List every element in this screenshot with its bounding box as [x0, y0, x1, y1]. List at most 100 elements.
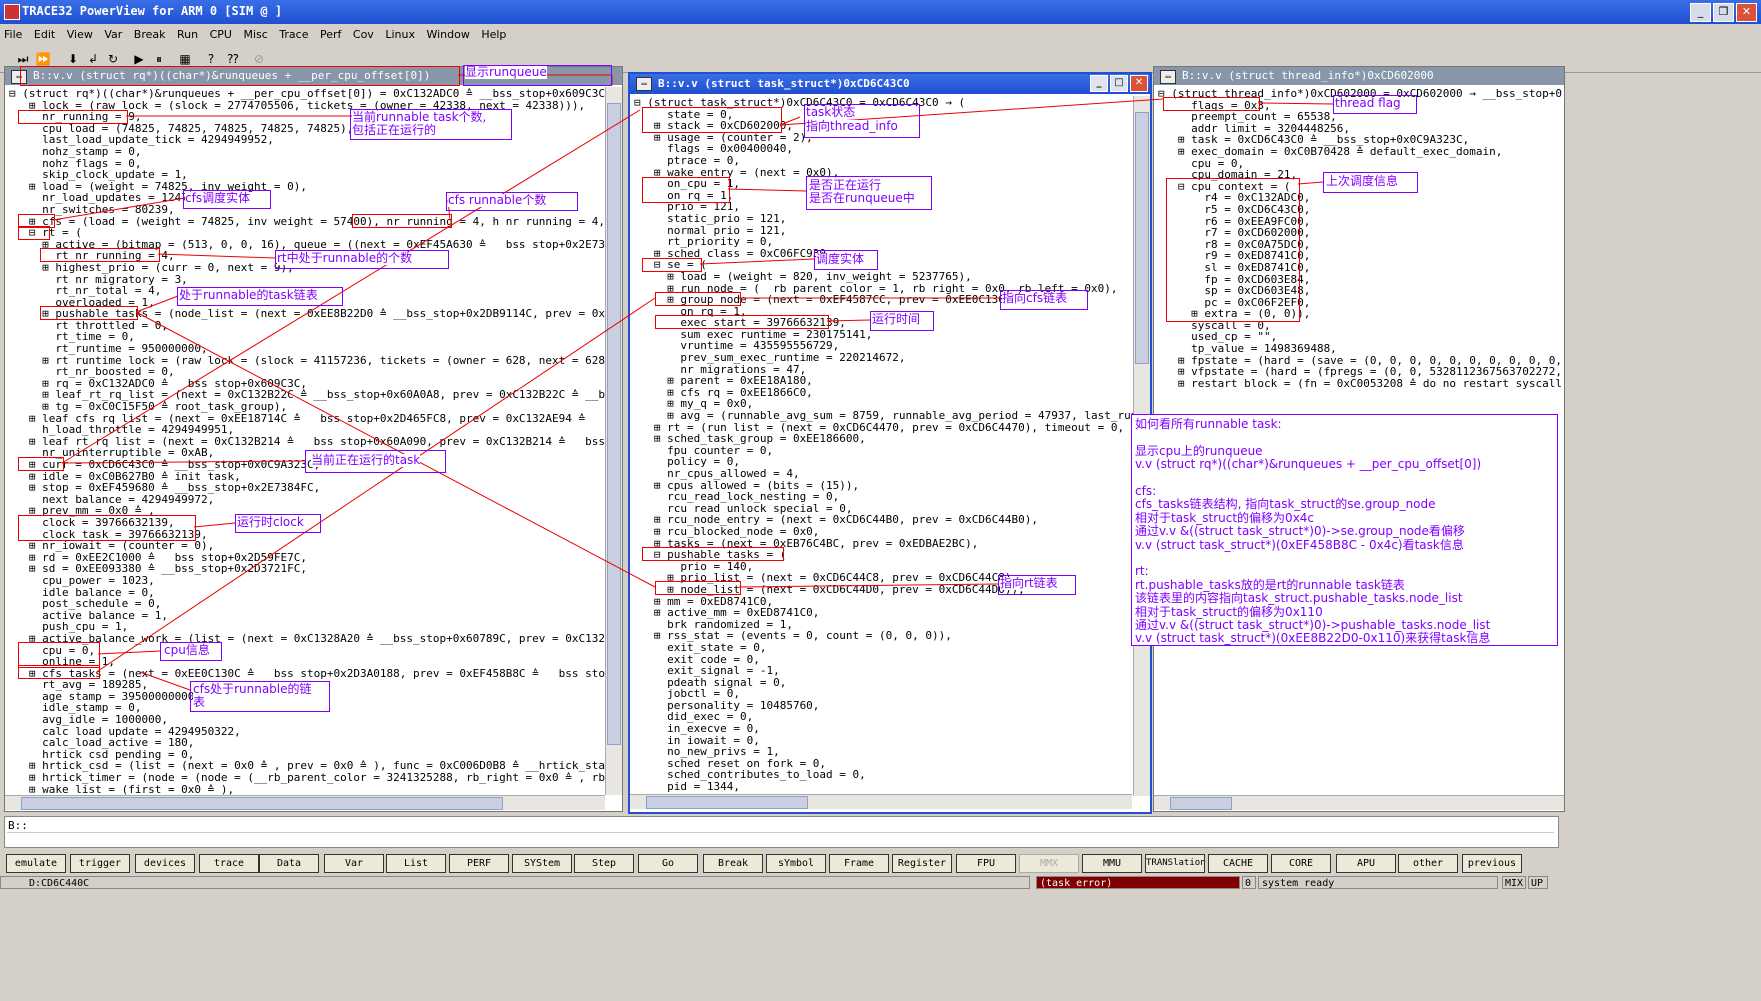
tree-line[interactable]: skip_clock_update = 1, [9, 169, 606, 181]
tree-line[interactable]: nohz_stamp = 0, [9, 146, 606, 158]
tree-line[interactable]: rt_time = 0, [9, 331, 606, 343]
tree-line[interactable]: calc_load_active = 180, [9, 737, 606, 749]
tree-line[interactable]: pdeath_signal = 0, [634, 677, 1134, 689]
softkey-var[interactable]: Var [324, 854, 384, 873]
tree-line[interactable]: push_cpu = 1, [9, 621, 606, 633]
tree-line[interactable]: ⊞ rcu_node_entry = (next = 0xCD6C44B0, p… [634, 514, 1134, 526]
close-icon[interactable]: ✕ [1736, 3, 1757, 22]
tree-line[interactable]: cpu_power = 1023, [9, 575, 606, 587]
tree-line[interactable]: exit_code = 0, [634, 654, 1134, 666]
tree-line[interactable]: ⊞ mm = 0xED8741C0, [634, 596, 1134, 608]
tree-line[interactable]: exit_state = 0, [634, 642, 1134, 654]
tree-line[interactable]: next_balance = 4294949972, [9, 494, 606, 506]
softkey-register[interactable]: Register [892, 854, 952, 873]
minimize-icon[interactable]: _ [1690, 3, 1711, 22]
tree-line[interactable]: ⊞ wake_list = (first = 0x0 ≙ ), [9, 784, 606, 796]
tree-line[interactable]: ⊞ rcu_blocked_node = 0x0, [634, 526, 1134, 538]
tree-line[interactable]: sched_contributes_to_load = 0, [634, 769, 1134, 781]
menu-linux[interactable]: Linux [381, 26, 419, 43]
tree-line[interactable]: vruntime = 435595556729, [634, 340, 1134, 352]
tree-line[interactable]: rt_runtime = 950000000, [9, 343, 606, 355]
tree-line[interactable]: ⊞ cfs = (load = (weight = 74825, inv_wei… [9, 216, 606, 228]
menu-cov[interactable]: Cov [349, 26, 378, 43]
menu-trace[interactable]: Trace [275, 26, 312, 43]
tree-line[interactable]: tp_value = 1498369488, [1158, 343, 1562, 355]
menu-window[interactable]: Window [422, 26, 473, 43]
tree-line[interactable]: ⊟ rt = ( [9, 227, 606, 239]
softkey-fpu[interactable]: FPU [956, 854, 1016, 873]
tree-line[interactable]: h_load_throttle = 4294949951, [9, 424, 606, 436]
tree-line[interactable]: fpu_counter = 0, [634, 445, 1134, 457]
tree-line[interactable]: in_iowait = 0, [634, 735, 1134, 747]
menu-perf[interactable]: Perf [316, 26, 345, 43]
tree-line[interactable]: ⊞ stop = 0xEF459680 ≙ __bss_stop+0x2E738… [9, 482, 606, 494]
tree-line[interactable]: ⊞ nr_iowait = (counter = 0), [9, 540, 606, 552]
panel-icon[interactable]: ▭ [1160, 70, 1176, 84]
horizontal-scrollbar[interactable] [1154, 795, 1564, 810]
softkey-other[interactable]: other [1398, 854, 1458, 873]
softkey-symbol[interactable]: sYmbol [766, 854, 826, 873]
tree-line[interactable]: exit_signal = -1, [634, 665, 1134, 677]
tree-line[interactable]: last_load_update_tick = 4294949952, [9, 134, 606, 146]
tree-line[interactable]: avg_idle = 1000000, [9, 714, 606, 726]
tree-line[interactable]: ⊞ load = (weight = 820, inv_weight = 523… [634, 271, 1134, 283]
tree-line[interactable]: ⊞ exec_domain = 0xC0B70428 ≙ default_exe… [1158, 146, 1562, 158]
tree-line[interactable]: used_cp = "", [1158, 331, 1562, 343]
tree-line[interactable]: ⊞ tg = 0xC0C15F50 ≙ root_task_group), [9, 401, 606, 413]
panel-thread-info-title[interactable]: ▭ B::v.v (struct thread_info*)0xCD602000 [1154, 67, 1564, 85]
trace32-app-icon[interactable] [4, 4, 20, 20]
tree-line[interactable]: ⊞ leaf_rt_rq_list = (next = 0xC132B214 ≙… [9, 436, 606, 448]
softkey-mmu[interactable]: MMU [1082, 854, 1142, 873]
softkey-translation[interactable]: TRANSlation [1145, 854, 1205, 873]
softkey-devices[interactable]: devices [135, 854, 195, 873]
tree-line[interactable]: idle_balance = 0, [9, 587, 606, 599]
tree-line[interactable]: rt_nr_boosted = 0, [9, 366, 606, 378]
menu-edit[interactable]: Edit [30, 26, 59, 43]
tree-line[interactable]: addr_limit = 3204448256, [1158, 123, 1562, 135]
tree-line[interactable]: personality = 10485760, [634, 700, 1134, 712]
tree-line[interactable]: nr_cpus_allowed = 4, [634, 468, 1134, 480]
softkey-apu[interactable]: APU [1336, 854, 1396, 873]
softkey-break[interactable]: Break [703, 854, 763, 873]
softkey-list[interactable]: List [386, 854, 446, 873]
tree-line[interactable]: cpu_load = (74825, 74825, 74825, 74825, … [9, 123, 606, 135]
tree-line[interactable]: ⊞ my_q = 0x0, [634, 398, 1134, 410]
tree-line[interactable]: did_exec = 0, [634, 711, 1134, 723]
tree-line[interactable]: rcu_read_lock_nesting = 0, [634, 491, 1134, 503]
softkey-previous[interactable]: previous [1462, 854, 1522, 873]
tree-line[interactable]: nr_migrations = 47, [634, 364, 1134, 376]
tree-line[interactable]: ⊞ rq = 0xC132ADC0 ≙ __bss_stop+0x609C3C, [9, 378, 606, 390]
tree-line[interactable]: ⊞ sched_task_group = 0xEE186600, [634, 433, 1134, 445]
tree-line[interactable]: ⊟ se = ( [634, 259, 1134, 271]
tree-line[interactable]: ⊞ leaf_rt_rq_list = (next = 0xC132B22C ≙… [9, 389, 606, 401]
softkey-cache[interactable]: CACHE [1208, 854, 1268, 873]
tree-line[interactable]: sched_reset_on_fork = 0, [634, 758, 1134, 770]
maximize-icon[interactable]: □ [1110, 75, 1128, 92]
tree-line[interactable]: prio = 140, [634, 561, 1134, 573]
panel-task-struct-title[interactable]: ▭ B::v.v (struct task_struct*)0xCD6C43C0… [630, 74, 1150, 94]
softkey-frame[interactable]: Frame [829, 854, 889, 873]
tree-line[interactable]: ⊞ leaf_cfs_rq_list = (next = 0xEE18714C … [9, 413, 606, 425]
tree-line[interactable]: ⊞ hrtick_timer = (node = (node = (__rb_p… [9, 772, 606, 784]
tree-line[interactable]: ⊞ cpus_allowed = (bits = (15)), [634, 480, 1134, 492]
horizontal-scrollbar[interactable] [5, 795, 605, 810]
tree-line[interactable]: ⊞ parent = 0xEE18A180, [634, 375, 1134, 387]
tree-line[interactable]: ⊞ rt_runtime_lock = (raw_lock = (slock =… [9, 355, 606, 367]
softkey-perf[interactable]: PERF [449, 854, 509, 873]
tree-line[interactable]: normal_prio = 121, [634, 225, 1134, 237]
tree-line[interactable]: ⊞ fpstate = (hard = (save = (0, 0, 0, 0,… [1158, 355, 1562, 367]
tree-line[interactable]: ⊞ avg = (runnable_avg_sum = 8759, runnab… [634, 410, 1134, 422]
softkey-go[interactable]: Go [638, 854, 698, 873]
menu-cpu[interactable]: CPU [206, 26, 236, 43]
minimize-icon[interactable]: _ [1090, 75, 1108, 92]
menu-file[interactable]: File [0, 26, 26, 43]
panel-icon[interactable]: ▭ [636, 77, 652, 91]
tree-line[interactable]: static_prio = 121, [634, 213, 1134, 225]
tree-line[interactable]: in_execve = 0, [634, 723, 1134, 735]
tree-line[interactable]: flags = 0x00400040, [634, 143, 1134, 155]
tree-line[interactable]: nohz_flags = 0, [9, 158, 606, 170]
tree-line[interactable]: no_new_privs = 1, [634, 746, 1134, 758]
menu-misc[interactable]: Misc [239, 26, 271, 43]
tree-line[interactable]: ⊞ hrtick_csd = (list = (next = 0x0 ≙ , p… [9, 760, 606, 772]
tree-line[interactable]: ⊞ cfs_rq = 0xEE1866C0, [634, 387, 1134, 399]
